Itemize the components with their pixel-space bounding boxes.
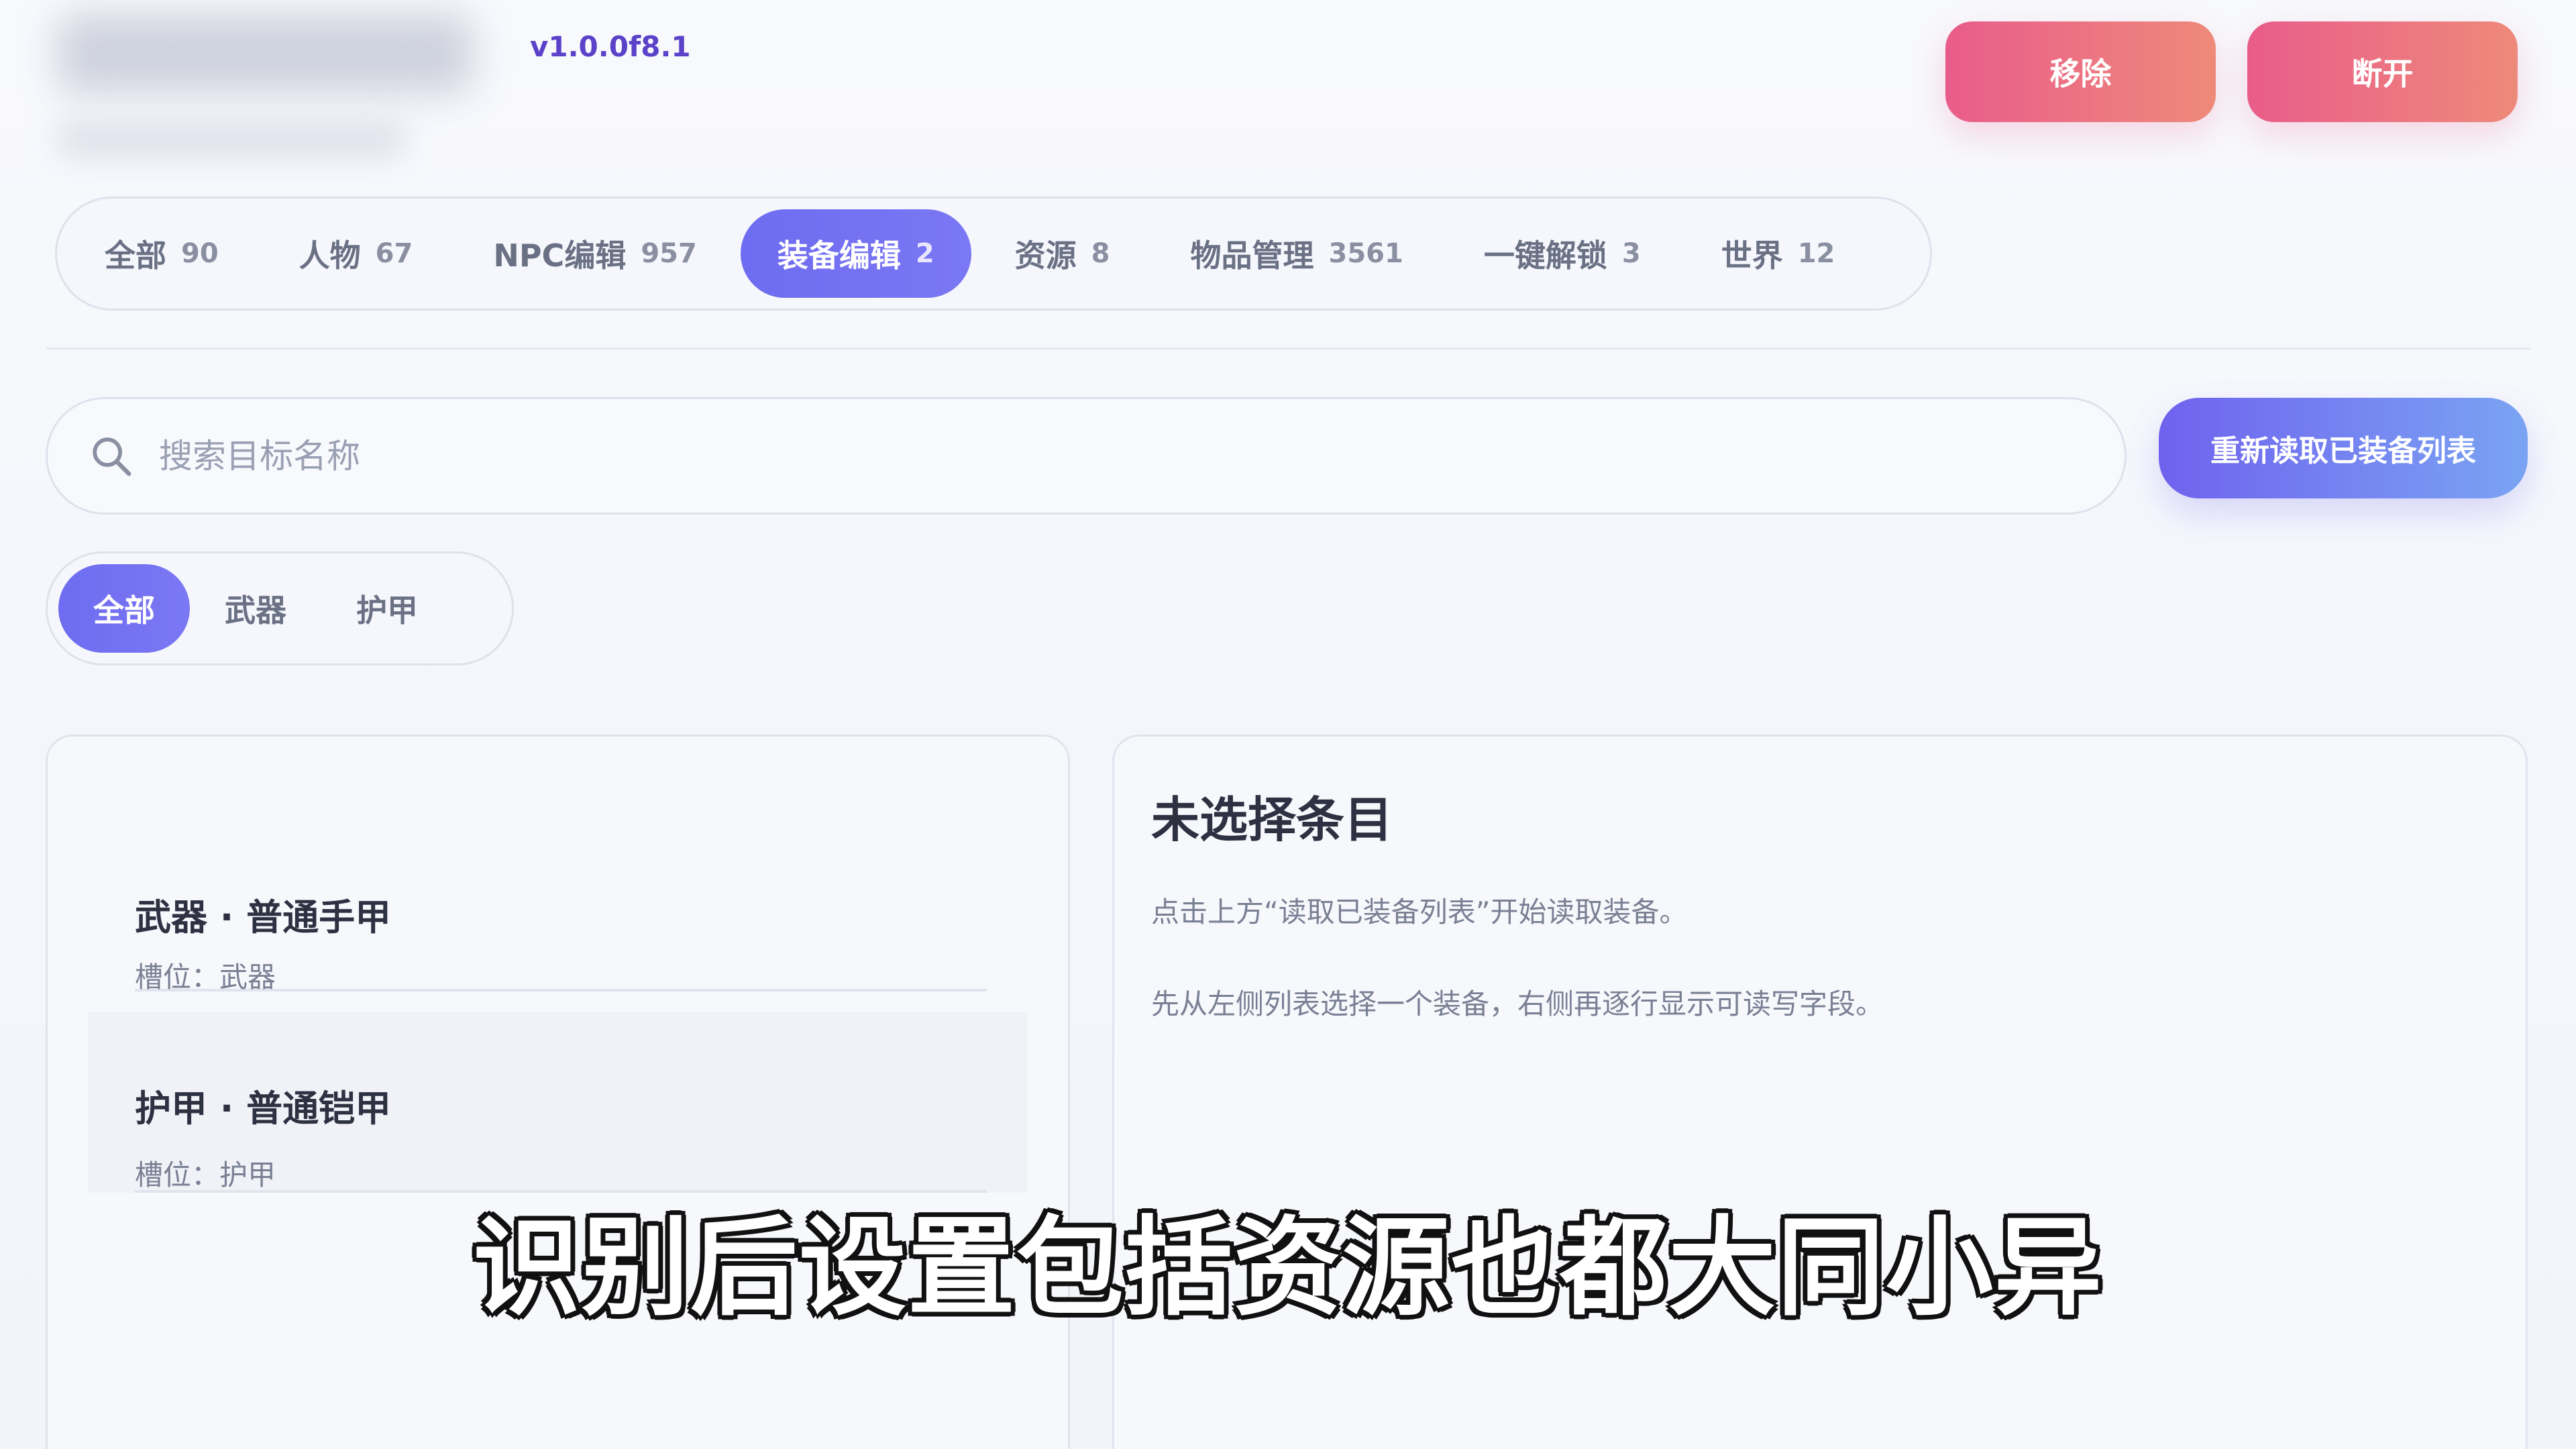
detail-title: 未选择条目 bbox=[1151, 792, 1393, 848]
search-icon bbox=[93, 437, 131, 476]
tab-equipment-edit[interactable]: 装备编辑 2 bbox=[740, 209, 971, 298]
tab-count: 2 bbox=[915, 238, 934, 269]
tab-item-management[interactable]: 物品管理 3561 bbox=[1154, 209, 1440, 298]
search-input[interactable] bbox=[159, 436, 2125, 476]
equipment-list-panel: 武器 · 普通手甲 槽位：武器 护甲 · 普通铠甲 槽位：护甲 bbox=[46, 735, 1070, 1449]
tab-label: 人物 bbox=[299, 237, 361, 274]
tab-label: 物品管理 bbox=[1190, 237, 1314, 274]
tab-count: 8 bbox=[1091, 238, 1110, 269]
equipment-detail-panel: 未选择条目 点击上方“读取已装备列表”开始读取装备。 先从左侧列表选择一个装备，… bbox=[1112, 735, 2528, 1449]
remove-button[interactable]: 移除 bbox=[1945, 21, 2216, 122]
video-subtitle-caption: 识别后设置包括资源也都大同小异 bbox=[472, 1205, 2103, 1330]
tab-all[interactable]: 全部 90 bbox=[68, 209, 256, 298]
item-title: 武器 · 普通手甲 bbox=[135, 896, 392, 938]
list-item[interactable]: 武器 · 普通手甲 槽位：武器 bbox=[135, 810, 987, 994]
category-tabs: 全部 90 人物 67 NPC编辑 957 装备编辑 2 资源 8 物品管理 3… bbox=[55, 197, 1932, 311]
tab-label: 装备编辑 bbox=[777, 237, 901, 274]
tab-count: 957 bbox=[641, 238, 697, 269]
tab-resources[interactable]: 资源 8 bbox=[978, 209, 1147, 298]
search-box[interactable] bbox=[46, 397, 2127, 515]
tab-label: 一键解锁 bbox=[1483, 237, 1607, 274]
tab-count: 12 bbox=[1797, 238, 1835, 269]
filter-armor[interactable]: 护甲 bbox=[321, 564, 453, 653]
list-item[interactable]: 护甲 · 普通铠甲 槽位：护甲 bbox=[88, 1012, 1027, 1193]
tab-label: 全部 bbox=[105, 237, 166, 274]
reload-equipped-list-button[interactable]: 重新读取已装备列表 bbox=[2159, 398, 2528, 498]
app-title-blurred bbox=[57, 13, 473, 94]
tab-label: NPC编辑 bbox=[493, 237, 627, 274]
version-label: v1.0.0f8.1 bbox=[530, 30, 691, 63]
tab-characters[interactable]: 人物 67 bbox=[262, 209, 450, 298]
app-subtitle-blurred bbox=[57, 121, 406, 158]
tab-one-click-unlock[interactable]: 一键解锁 3 bbox=[1447, 209, 1678, 298]
tab-label: 资源 bbox=[1014, 237, 1077, 274]
item-title: 护甲 · 普通铠甲 bbox=[135, 1087, 392, 1130]
app-window: v1.0.0f8.1 移除 断开 全部 90 人物 67 NPC编辑 957 装… bbox=[0, 0, 2576, 1449]
detail-hint-read: 点击上方“读取已装备列表”开始读取装备。 bbox=[1151, 896, 1688, 928]
tab-count: 67 bbox=[375, 238, 413, 269]
item-slot: 槽位：武器 bbox=[135, 961, 276, 994]
tab-npc-edit[interactable]: NPC编辑 957 bbox=[456, 209, 733, 298]
detail-hint-select: 先从左侧列表选择一个装备，右侧再逐行显示可读写字段。 bbox=[1151, 987, 1884, 1020]
filter-weapon[interactable]: 武器 bbox=[190, 564, 321, 653]
header-divider bbox=[46, 347, 2531, 350]
equipment-type-filter: 全部 武器 护甲 bbox=[46, 551, 514, 665]
tab-count: 90 bbox=[181, 238, 219, 269]
tab-world[interactable]: 世界 12 bbox=[1684, 209, 1872, 298]
disconnect-button[interactable]: 断开 bbox=[2247, 21, 2518, 122]
tab-count: 3561 bbox=[1328, 238, 1403, 269]
filter-all[interactable]: 全部 bbox=[58, 564, 190, 653]
tab-label: 世界 bbox=[1721, 237, 1783, 274]
tab-count: 3 bbox=[1621, 238, 1641, 269]
